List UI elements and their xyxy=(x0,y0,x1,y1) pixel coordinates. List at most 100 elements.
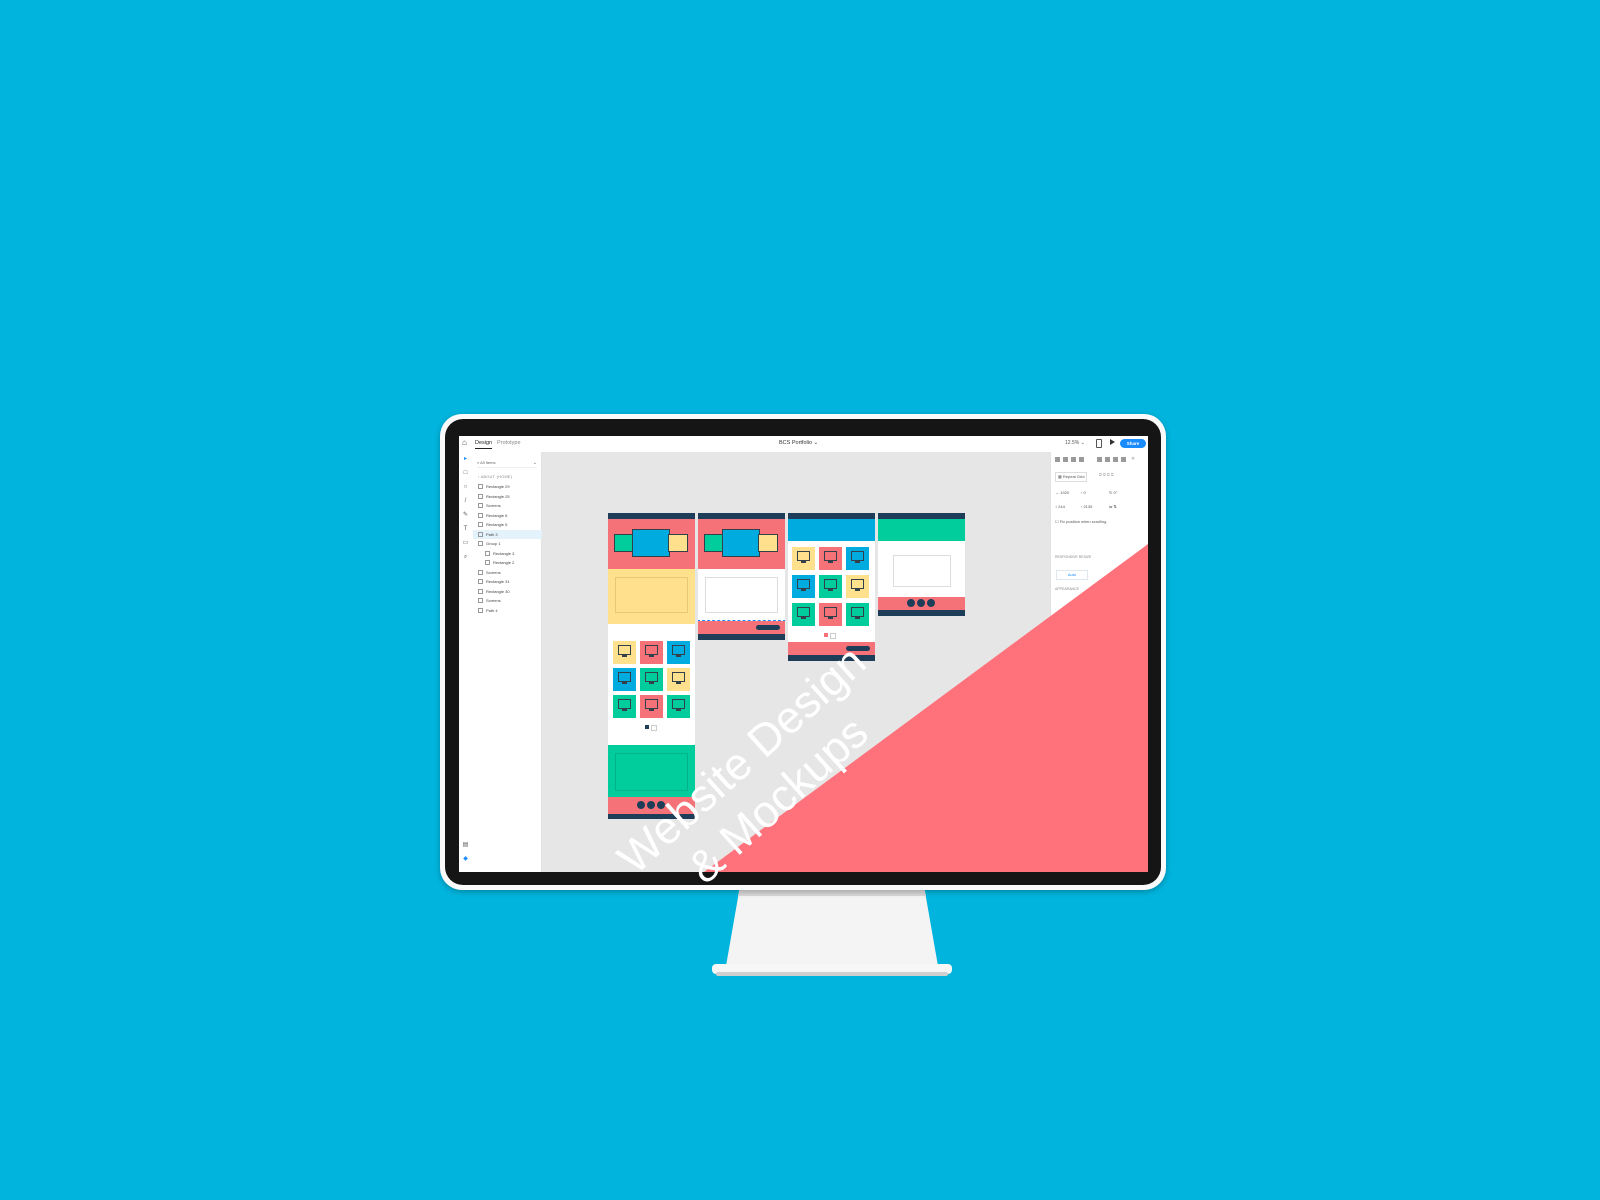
grid-tile xyxy=(613,668,636,691)
grid-tile xyxy=(846,575,869,598)
pager-dot xyxy=(651,725,657,731)
tab-prototype[interactable]: Prototype xyxy=(497,440,521,447)
distribute-icon[interactable] xyxy=(1121,457,1126,462)
fix-position-checkbox[interactable]: ☐ Fix position when scrolling xyxy=(1055,519,1106,525)
boolean-ops-icons[interactable]: ⧉ ⧉ ⧉ ⧉ xyxy=(1099,472,1114,478)
responsive-resize-toggle[interactable] xyxy=(1138,556,1147,560)
monitor-illustration xyxy=(758,534,778,552)
layer-item[interactable]: Group 1 xyxy=(473,539,546,548)
grid-tile xyxy=(613,641,636,664)
grid-tile xyxy=(667,695,690,718)
layer-item[interactable]: Rectangle 5 xyxy=(473,520,546,529)
app-top-bar: ⌂ Design Prototype BCS Portfolio ⌄ 12.5%… xyxy=(459,436,1148,453)
distribute-icon[interactable] xyxy=(1097,457,1102,462)
close-icon[interactable]: ✕ xyxy=(1131,457,1136,462)
layer-item[interactable]: Screens xyxy=(473,596,546,605)
grid-tile xyxy=(667,668,690,691)
grid-tile xyxy=(792,547,815,570)
appearance-title: APPEARANCE xyxy=(1055,587,1079,591)
monitor-illustration xyxy=(614,534,634,552)
grid-tile xyxy=(640,695,663,718)
height-field[interactable]: ↕ 244 xyxy=(1055,504,1065,510)
align-center-icon[interactable] xyxy=(1063,457,1068,462)
responsive-resize-title: RESPONSIVE RESIZE xyxy=(1055,555,1092,559)
tab-design[interactable]: Design xyxy=(475,440,493,449)
artboard-contact[interactable] xyxy=(878,513,965,616)
content-box xyxy=(615,577,688,613)
play-icon[interactable] xyxy=(1110,439,1115,445)
rectangle-tool-icon[interactable]: □ xyxy=(462,470,469,477)
width-field[interactable]: ↔ 1920 xyxy=(1055,490,1069,496)
layer-item[interactable]: Rectangle 31 xyxy=(473,577,546,586)
layer-item[interactable]: Rectangle 3 xyxy=(473,549,553,558)
layer-item[interactable]: Screens xyxy=(473,568,546,577)
grid-tile xyxy=(613,695,636,718)
ellipse-tool-icon[interactable]: ○ xyxy=(462,484,469,491)
align-left-icon[interactable] xyxy=(1055,457,1060,462)
footer-dot xyxy=(927,599,935,607)
grid-tile xyxy=(640,641,663,664)
monitor-illustration xyxy=(632,529,670,557)
grid-tile xyxy=(819,603,842,626)
text-tool-icon[interactable]: T xyxy=(462,526,469,533)
grid-tile xyxy=(846,547,869,570)
align-right-icon[interactable] xyxy=(1071,457,1076,462)
layer-item[interactable]: Rectangle 6 xyxy=(473,511,546,520)
artboard-home[interactable] xyxy=(608,513,695,819)
layers-panel: ⌕ All Items ⌄ ‹ ABOUT (HOME) Rectangle 29… xyxy=(473,452,546,872)
footer-dot xyxy=(637,801,645,809)
device-preview-icon[interactable] xyxy=(1096,439,1102,448)
grid-tile xyxy=(819,547,842,570)
layers-search[interactable]: ⌕ All Items ⌄ xyxy=(477,459,537,468)
footer-bar xyxy=(698,634,785,640)
distribute-icon[interactable] xyxy=(1105,457,1110,462)
layers-icon[interactable]: ◆ xyxy=(462,856,469,863)
rotation-field[interactable]: ↻ 0° xyxy=(1109,490,1117,496)
home-icon[interactable]: ⌂ xyxy=(462,438,472,448)
assets-icon[interactable]: ▤ xyxy=(462,842,469,849)
tool-bar: ▸ □ ○ / ✎ T ▭ ⌕ ▤ ◆ xyxy=(459,452,474,872)
properties-panel: ✕ ▦ Repeat Grid ⧉ ⧉ ⧉ ⧉ ↔ 1920 ‹ 0 ↻ 0° … xyxy=(1050,452,1148,872)
document-title[interactable]: BCS Portfolio ⌄ xyxy=(779,440,818,447)
pen-tool-icon[interactable]: ✎ xyxy=(462,512,469,519)
align-top-icon[interactable] xyxy=(1079,457,1084,462)
zoom-level[interactable]: 12.5% ⌄ xyxy=(1065,440,1085,447)
grid-tile xyxy=(640,668,663,691)
artboard-tool-icon[interactable]: ▭ xyxy=(462,540,469,547)
layer-item[interactable]: Screens xyxy=(473,501,546,510)
y-field[interactable]: ‹ 2135 xyxy=(1081,504,1092,510)
grid-tile xyxy=(792,575,815,598)
layer-item[interactable]: Rectangle 29 xyxy=(473,482,546,491)
content-box xyxy=(705,577,778,613)
line-tool-icon[interactable]: / xyxy=(462,498,469,505)
monitor-illustration xyxy=(722,529,760,557)
grid-tile xyxy=(819,575,842,598)
chevron-down-icon[interactable]: ⌄ xyxy=(533,459,537,467)
layer-item[interactable]: Rectangle 25 xyxy=(473,492,546,501)
content-box xyxy=(893,555,951,587)
layer-item-selected[interactable]: Path 3 xyxy=(473,529,546,539)
layer-item[interactable]: Rectangle 30 xyxy=(473,587,546,596)
auto-resize-button[interactable]: Auto xyxy=(1056,570,1088,580)
flip-icons[interactable]: ⇋ ⇅ xyxy=(1109,504,1117,510)
grid-tile xyxy=(667,641,690,664)
x-field[interactable]: ‹ 0 xyxy=(1081,490,1086,496)
layer-item[interactable]: Path 4 xyxy=(473,606,546,615)
distribute-icon[interactable] xyxy=(1113,457,1118,462)
zoom-tool-icon[interactable]: ⌕ xyxy=(462,554,469,561)
pager-dot xyxy=(645,725,649,729)
title-section xyxy=(788,519,875,541)
artboard-about[interactable] xyxy=(698,513,785,640)
footer-dot xyxy=(917,599,925,607)
monitor-illustration xyxy=(668,534,688,552)
monitor-illustration xyxy=(704,534,724,552)
cta-pill xyxy=(756,625,780,630)
grid-tile xyxy=(792,603,815,626)
layer-item[interactable]: Rectangle 2 xyxy=(473,558,553,567)
monitor-stand xyxy=(712,886,952,976)
share-button[interactable]: Share xyxy=(1120,439,1146,448)
select-tool-icon[interactable]: ▸ xyxy=(462,456,469,463)
footer-bar xyxy=(878,610,965,616)
repeat-grid-button[interactable]: ▦ Repeat Grid xyxy=(1055,472,1088,482)
footer-dot xyxy=(907,599,915,607)
